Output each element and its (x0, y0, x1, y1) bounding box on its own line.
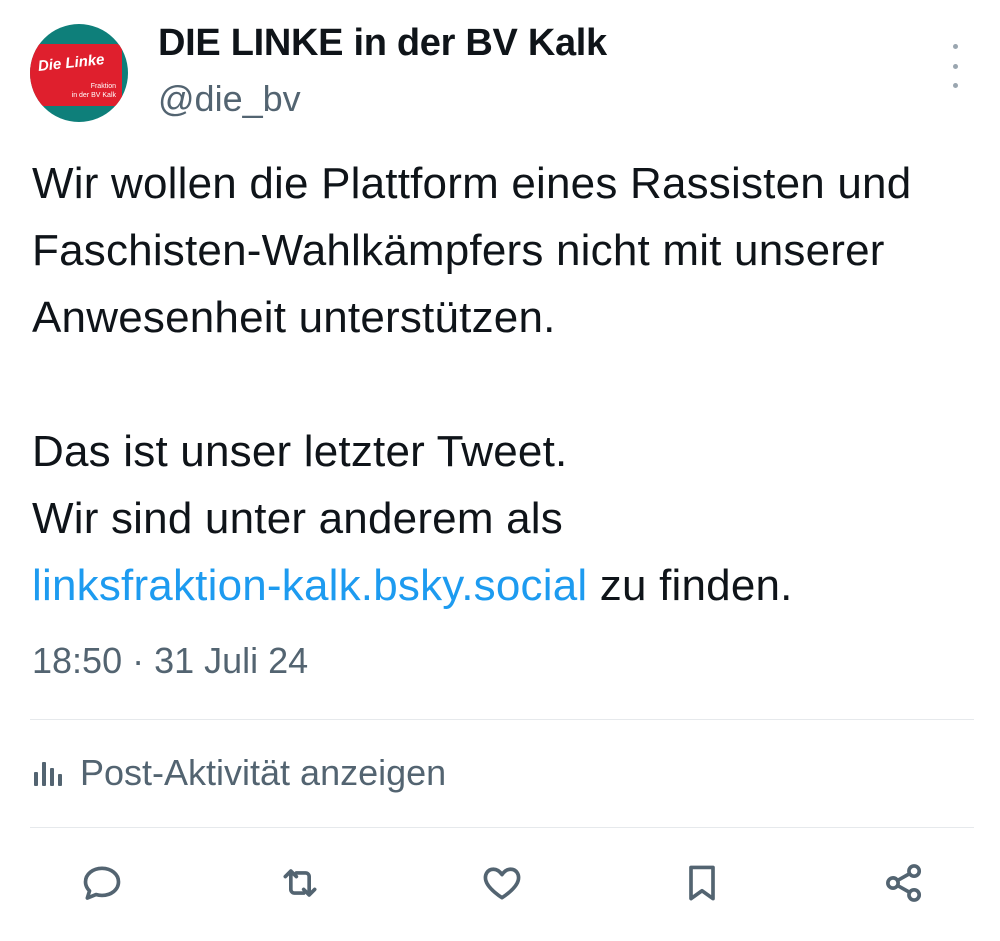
more-dot (952, 63, 958, 69)
post-line-3: Wir sind unter anderem als (32, 494, 563, 543)
author-display-name[interactable]: DIE LINKE in der BV Kalk (158, 22, 607, 65)
post-link-line: linksfraktion-kalk.bsky.social zu finden… (32, 552, 982, 619)
share-button[interactable] (876, 855, 932, 911)
post-activity-button[interactable]: Post-Aktivität anzeigen (32, 752, 446, 794)
post-text: Wir wollen die Plattform eines Rassisten… (32, 150, 982, 619)
like-button[interactable] (474, 855, 530, 911)
post-line-2: Das ist unser letzter Tweet. (32, 427, 568, 476)
more-dot (952, 83, 958, 88)
profile-avatar[interactable]: Die Linke Fraktion in der BV Kalk (30, 24, 128, 122)
bookmark-icon (689, 865, 715, 901)
bluesky-link[interactable]: linksfraktion-kalk.bsky.social (32, 561, 587, 610)
share-nodes-icon (886, 864, 922, 902)
post-timestamp[interactable]: 18:50 · 31 Juli 24 (32, 640, 308, 682)
reply-button[interactable] (74, 855, 130, 911)
divider (30, 719, 974, 720)
avatar-sub-text: Fraktion in der BV Kalk (71, 83, 116, 99)
divider (30, 827, 974, 828)
more-dot (952, 44, 958, 49)
post-activity-label: Post-Aktivität anzeigen (80, 752, 447, 793)
bar-chart-icon (34, 762, 62, 786)
more-options-icon[interactable] (944, 44, 966, 88)
post-paragraph-1: Wir wollen die Plattform eines Rassisten… (32, 159, 912, 342)
speech-bubble-icon (83, 866, 121, 900)
repost-arrows-icon (283, 869, 317, 897)
repost-button[interactable] (272, 855, 328, 911)
author-handle[interactable]: @die_bv (158, 78, 301, 120)
heart-icon (483, 867, 521, 900)
post-action-bar (0, 855, 1000, 915)
post-link-suffix: zu finden. (587, 561, 793, 610)
bookmark-button[interactable] (674, 855, 730, 911)
